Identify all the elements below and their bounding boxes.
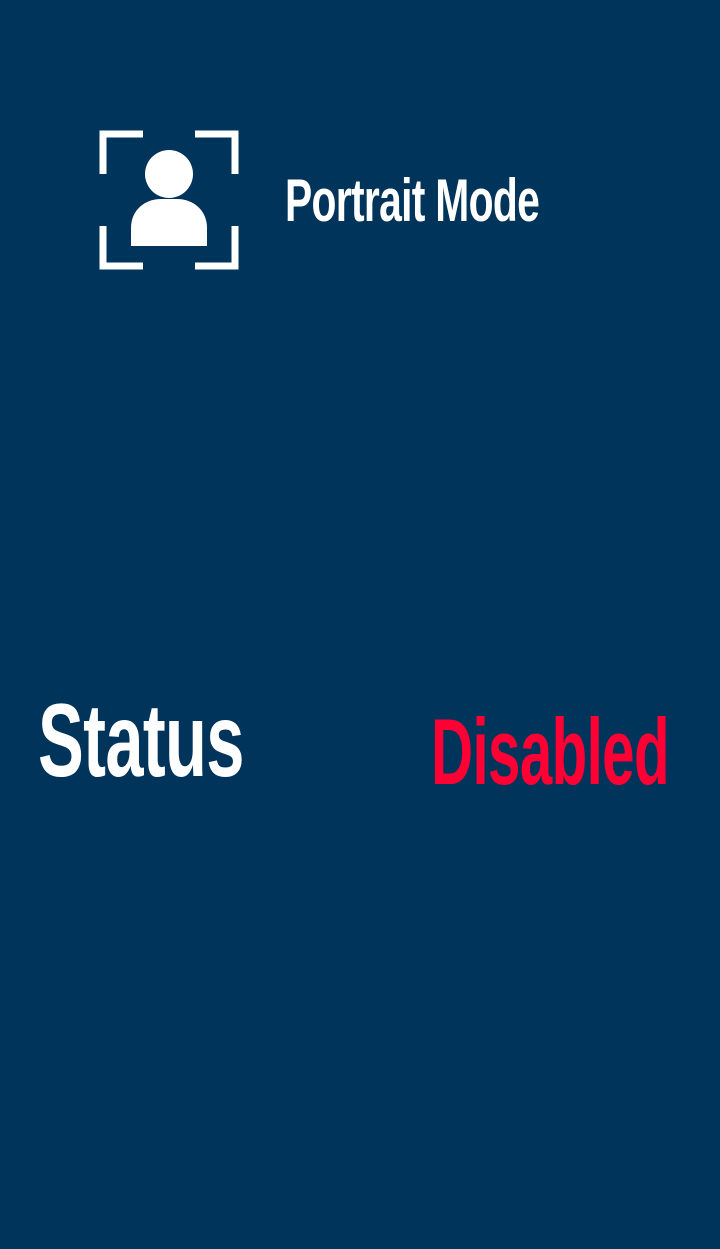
- status-label: Status: [38, 683, 244, 799]
- page-title: Portrait Mode: [285, 167, 540, 234]
- status-row: Status Disabled: [0, 680, 720, 804]
- portrait-mode-icon: [99, 130, 239, 270]
- portrait-mode-header: Portrait Mode: [99, 130, 540, 270]
- status-value: Disabled: [431, 699, 670, 804]
